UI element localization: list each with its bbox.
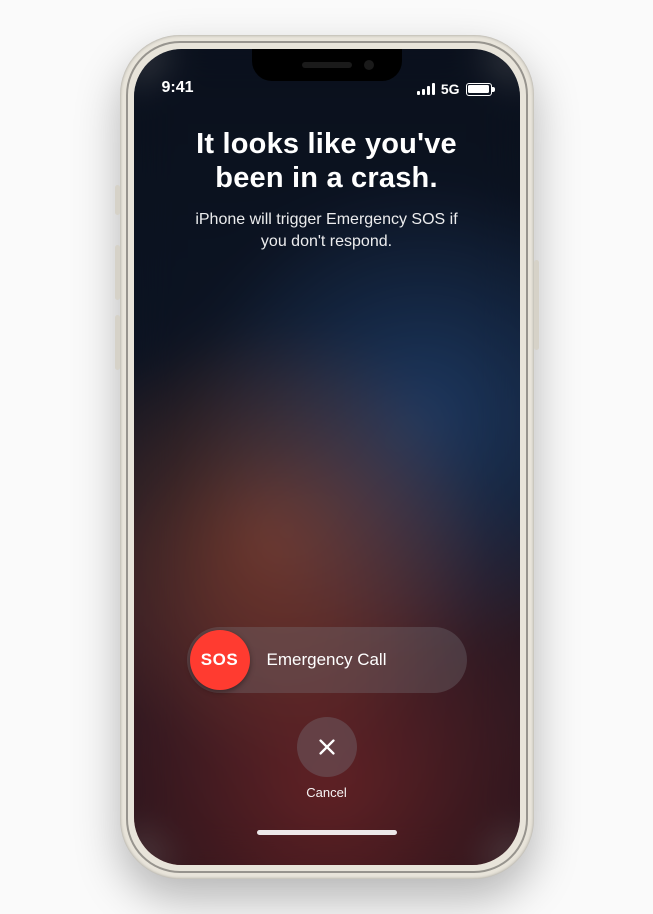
- close-icon: [316, 736, 338, 758]
- status-indicators: 5G: [417, 81, 492, 97]
- cancel-button[interactable]: [297, 717, 357, 777]
- sos-knob-label: SOS: [201, 650, 238, 670]
- battery-icon: [466, 83, 492, 96]
- crash-title: It looks like you've been in a crash.: [166, 127, 488, 195]
- crash-headline: It looks like you've been in a crash. iP…: [134, 127, 520, 253]
- earpiece-speaker: [302, 62, 352, 68]
- volume-down-button[interactable]: [115, 315, 120, 370]
- cancel-label: Cancel: [306, 785, 346, 800]
- cellular-signal-icon: [417, 83, 435, 95]
- crash-subtitle: iPhone will trigger Emergency SOS if you…: [166, 209, 488, 252]
- notch: [252, 49, 402, 81]
- phone-frame: 9:41 5G It looks like you've been in a c…: [120, 35, 534, 879]
- screen: 9:41 5G It looks like you've been in a c…: [134, 49, 520, 865]
- cancel-group: Cancel: [297, 717, 357, 800]
- sos-knob[interactable]: SOS: [190, 630, 250, 690]
- home-indicator[interactable]: [257, 830, 397, 835]
- bottom-controls: SOS Emergency Call Cancel: [134, 627, 520, 835]
- volume-up-button[interactable]: [115, 245, 120, 300]
- side-button[interactable]: [534, 260, 539, 350]
- emergency-call-slider[interactable]: SOS Emergency Call: [187, 627, 467, 693]
- ring-silent-switch[interactable]: [115, 185, 120, 215]
- network-type-label: 5G: [441, 81, 460, 97]
- front-camera: [364, 60, 374, 70]
- status-time: 9:41: [162, 79, 194, 97]
